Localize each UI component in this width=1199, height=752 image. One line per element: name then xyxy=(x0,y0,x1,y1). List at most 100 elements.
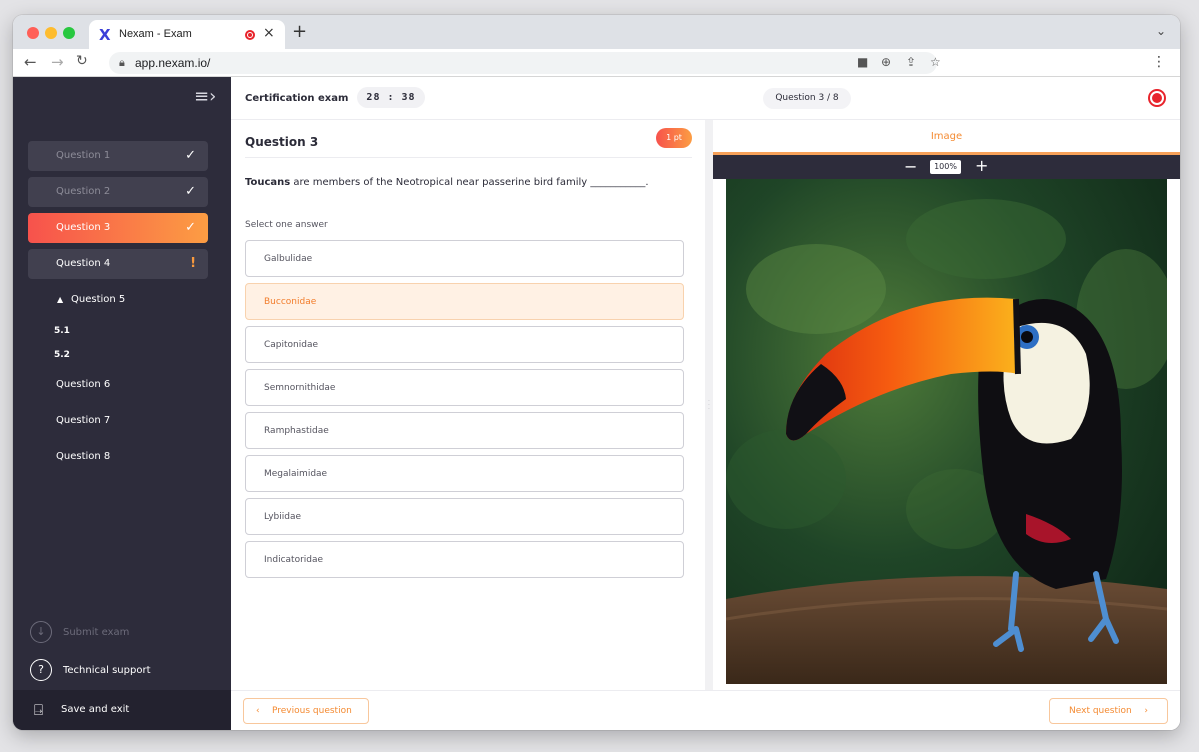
question-circle-icon: ? xyxy=(30,659,52,681)
sidebar-item-question-7[interactable]: Question 7 xyxy=(28,406,208,436)
address-bar: ← → ↻ 🔒︎ app.nexam.io/ ■ ⊕ ⇪ ☆ ⋮ xyxy=(13,49,1180,77)
image-panel: Image − 100% + xyxy=(713,120,1180,690)
answer-option-selected[interactable]: Bucconidae xyxy=(245,283,684,320)
url-text: app.nexam.io/ xyxy=(135,56,211,70)
answer-label: Semnornithidae xyxy=(264,383,336,393)
answer-option[interactable]: Megalaimidae xyxy=(245,455,684,492)
zoom-in-button[interactable]: + xyxy=(975,156,988,175)
previous-question-label: Previous question xyxy=(272,706,352,716)
technical-support-label: Technical support xyxy=(63,665,151,676)
sidebar-subitem-5-1[interactable]: 5.1 xyxy=(54,326,70,336)
submit-exam-label: Submit exam xyxy=(63,627,130,638)
sidebar-item-label: Question 2 xyxy=(56,186,111,197)
chevron-right-icon: › xyxy=(1144,706,1148,716)
points-badge: 1 pt xyxy=(656,128,692,148)
sidebar-item-label: Question 1 xyxy=(56,150,111,161)
check-icon: ✓ xyxy=(185,184,196,199)
sidebar-item-question-6[interactable]: Question 6 xyxy=(28,370,208,400)
toucan-illustration xyxy=(726,179,1167,684)
share-icon[interactable]: ⇪ xyxy=(906,55,916,69)
drag-handle-icon: · · · xyxy=(708,398,710,413)
browser-window: X Nexam - Exam × + ⌄ ← → ↻ 🔒︎ app.nexam.… xyxy=(13,15,1180,730)
sidebar-item-label: Question 6 xyxy=(56,379,111,390)
zoom-out-button[interactable]: − xyxy=(904,157,917,176)
download-circle-icon: ↓ xyxy=(30,621,52,643)
question-counter: Question 3 / 8 xyxy=(763,88,851,109)
question-text: Toucans are members of the Neotropical n… xyxy=(245,177,649,188)
exam-timer: 28 : 38 xyxy=(357,87,425,108)
chevron-left-icon: ‹ xyxy=(256,706,260,716)
answer-option[interactable]: Indicatoridae xyxy=(245,541,684,578)
exam-title: Certification exam xyxy=(245,93,349,104)
next-question-label: Next question xyxy=(1069,706,1132,716)
url-field[interactable]: 🔒︎ app.nexam.io/ ■ ⊕ ⇪ ☆ xyxy=(109,52,941,74)
answer-option[interactable]: Galbulidae xyxy=(245,240,684,277)
collapse-sidebar-icon[interactable]: ≡› xyxy=(194,86,216,107)
panel-resize-handle[interactable]: · · · xyxy=(705,120,713,690)
question-keyword: Toucans xyxy=(245,177,291,188)
answer-option[interactable]: Semnornithidae xyxy=(245,369,684,406)
answer-label: Lybiidae xyxy=(264,512,301,522)
tab-close-icon[interactable]: × xyxy=(263,25,275,41)
browser-tab-bar: X Nexam - Exam × + ⌄ xyxy=(13,15,1180,49)
recording-indicator-icon xyxy=(245,30,255,40)
record-icon xyxy=(1148,89,1166,107)
answer-label: Megalaimidae xyxy=(264,469,328,479)
technical-support-button[interactable]: ? Technical support xyxy=(30,659,220,683)
answer-label: Indicatoridae xyxy=(264,555,324,565)
save-and-exit-button[interactable]: ⍈ Save and exit xyxy=(13,690,231,730)
sidebar-item-label: Question 3 xyxy=(56,222,111,233)
reload-icon[interactable]: ↻ xyxy=(76,53,88,69)
sidebar-item-question-8[interactable]: Question 8 xyxy=(28,442,208,472)
sidebar-subitem-5-2[interactable]: 5.2 xyxy=(54,350,70,360)
next-question-button[interactable]: Next question › xyxy=(1049,698,1168,724)
answer-option[interactable]: Capitonidae xyxy=(245,326,684,363)
answer-label: Bucconidae xyxy=(264,297,317,307)
question-navigation-footer: ‹ Previous question Next question › xyxy=(231,690,1180,730)
question-sidebar: ≡› Question 1 ✓ Question 2 ✓ Question 3 … xyxy=(13,77,231,730)
question-panel: Question 3 1 pt Toucans are members of t… xyxy=(231,120,705,690)
zoom-level: 100% xyxy=(930,160,961,174)
answer-label: Capitonidae xyxy=(264,340,319,350)
submit-exam-button[interactable]: ↓ Submit exam xyxy=(30,621,220,645)
camera-icon[interactable]: ■ xyxy=(857,55,868,69)
new-tab-button[interactable]: + xyxy=(292,21,307,42)
lock-icon: 🔒︎ xyxy=(119,56,125,69)
answer-label: Galbulidae xyxy=(264,254,313,264)
zoom-icon[interactable]: ⊕ xyxy=(881,55,891,69)
answer-option[interactable]: Lybiidae xyxy=(245,498,684,535)
sidebar-item-question-4[interactable]: Question 4 ! xyxy=(28,249,208,279)
exam-app: ≡› Question 1 ✓ Question 2 ✓ Question 3 … xyxy=(13,77,1180,730)
sidebar-item-label: Question 7 xyxy=(56,415,111,426)
close-window-button[interactable] xyxy=(27,27,39,39)
answer-label: Ramphastidae xyxy=(264,426,329,436)
tab-list-chevron-icon[interactable]: ⌄ xyxy=(1156,24,1166,38)
answer-option[interactable]: Ramphastidae xyxy=(245,412,684,449)
browser-tab[interactable]: X Nexam - Exam × xyxy=(89,20,285,49)
save-and-exit-label: Save and exit xyxy=(61,704,130,715)
sidebar-item-question-3[interactable]: Question 3 ✓ xyxy=(28,213,208,243)
minimize-window-button[interactable] xyxy=(45,27,57,39)
sidebar-item-label: Question 5 xyxy=(71,294,126,305)
bookmark-star-icon[interactable]: ☆ xyxy=(930,55,941,69)
caret-up-icon: ▲ xyxy=(57,295,64,304)
check-icon: ✓ xyxy=(185,148,196,163)
tab-image[interactable]: Image xyxy=(713,120,1180,155)
divider xyxy=(245,157,692,158)
sidebar-item-question-5[interactable]: ▲ Question 5 xyxy=(28,285,208,315)
exit-door-icon: ⍈ xyxy=(34,701,44,719)
browser-menu-icon[interactable]: ⋮ xyxy=(1152,54,1166,70)
sidebar-item-question-2[interactable]: Question 2 ✓ xyxy=(28,177,208,207)
answer-instruction: Select one answer xyxy=(245,220,328,230)
previous-question-button[interactable]: ‹ Previous question xyxy=(243,698,369,724)
sidebar-item-label: Question 4 xyxy=(56,258,111,269)
nexam-logo-icon: X xyxy=(99,26,111,44)
exclamation-icon: ! xyxy=(190,256,196,271)
check-icon: ✓ xyxy=(185,220,196,235)
maximize-window-button[interactable] xyxy=(63,27,75,39)
tab-title: Nexam - Exam xyxy=(119,28,192,40)
back-arrow-icon[interactable]: ← xyxy=(24,53,37,71)
forward-arrow-icon[interactable]: → xyxy=(51,53,64,71)
toucan-photo xyxy=(726,179,1167,684)
sidebar-item-question-1[interactable]: Question 1 ✓ xyxy=(28,141,208,171)
